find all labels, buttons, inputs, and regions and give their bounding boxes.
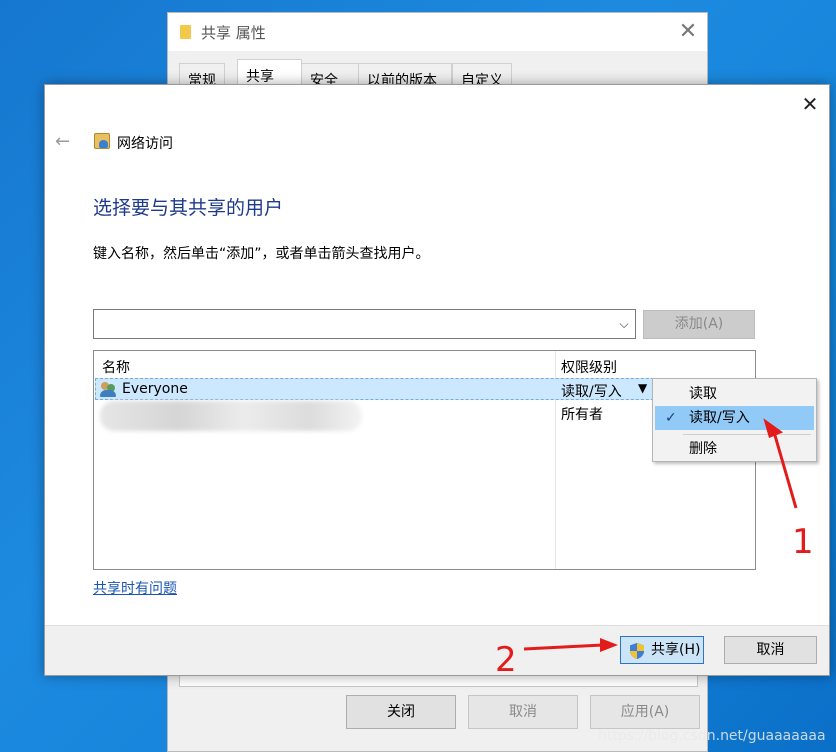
annotation-number-2: 2: [495, 640, 517, 680]
annotation-arrow-2: [523, 643, 604, 651]
annotation-arrowhead-1: [763, 418, 784, 439]
annotation-arrowhead-2: [600, 638, 618, 652]
watermark-text: https://blog.csdn.net/guaaaaaaa: [598, 728, 826, 744]
annotation-arrow-1: [772, 431, 798, 509]
annotation-number-1: 1: [792, 522, 814, 562]
annotation-arrows: [523, 418, 798, 652]
